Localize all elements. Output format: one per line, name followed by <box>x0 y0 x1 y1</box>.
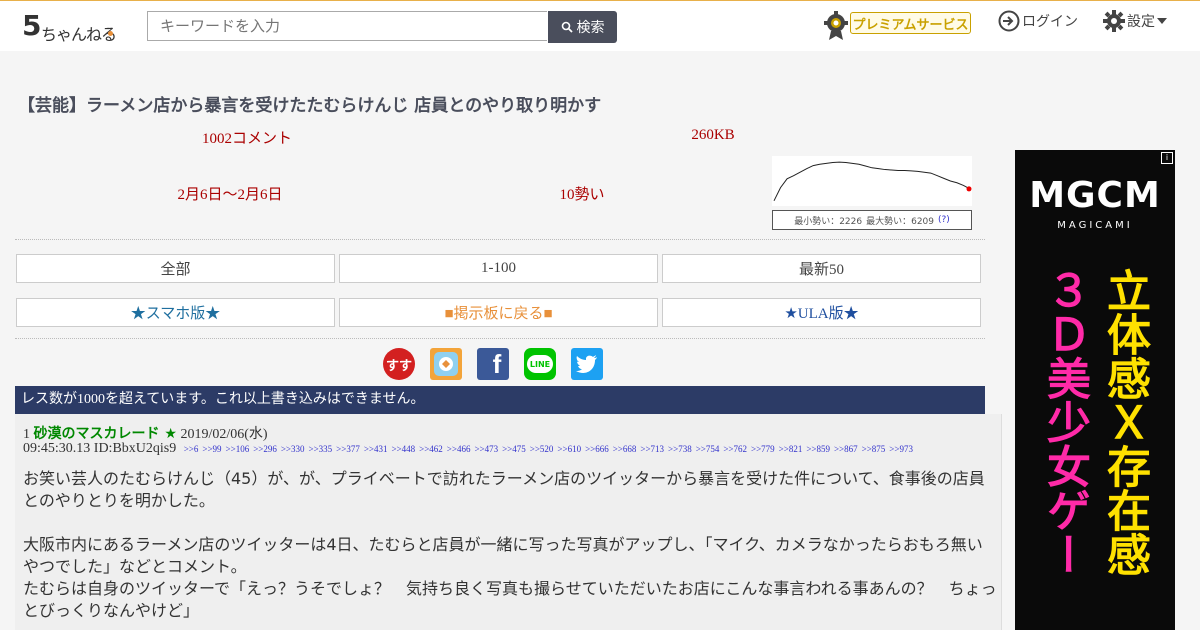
share-facebook-button[interactable]: f <box>477 348 509 380</box>
momentum-graph: 最小勢い：2226 最大勢い：6209 (?) <box>772 156 972 230</box>
reply-link[interactable]: >>431 <box>364 444 388 454</box>
reply-link[interactable]: >>668 <box>613 444 637 454</box>
logo-kana: ちゃんねる <box>41 25 117 44</box>
site-header: 5 ちゃんねる 検索 プレミアムサービス ログイン 設定 <box>0 1 1200 51</box>
facebook-icon: f <box>492 349 502 379</box>
login-icon <box>998 10 1020 32</box>
logo-five: 5 <box>22 9 42 42</box>
twitter-icon <box>576 355 597 373</box>
momentum-min: 最小勢い：2226 <box>794 216 863 227</box>
momentum-graph-plot <box>773 161 972 202</box>
ad-game-logo: MGCM <box>1029 175 1161 216</box>
momentum-current-dot <box>966 186 972 192</box>
post-paragraph: 大阪市内にあるラーメン店のツイッターは4日、たむらと店員が一緒に写った写真がアッ… <box>23 535 997 620</box>
nav-latest50-button[interactable]: 最新50 <box>662 254 981 283</box>
reply-link[interactable]: >>6 <box>184 444 199 454</box>
post-date: 2019/02/06(水) <box>180 427 268 442</box>
sumasu-icon: すす <box>385 358 412 374</box>
nav-back-to-board-button[interactable]: ■掲示板に戻る■ <box>339 298 658 327</box>
reply-link[interactable]: >>779 <box>751 444 775 454</box>
reply-link[interactable]: >>377 <box>336 444 360 454</box>
post-time-id: 09:45:30.13 ID:BbxU2qis9 <box>23 441 177 456</box>
login-link[interactable]: ログイン <box>998 10 1078 32</box>
reply-link[interactable]: >>754 <box>696 444 720 454</box>
search-input[interactable] <box>147 11 547 41</box>
momentum-line <box>773 161 971 202</box>
settings-label: 設定 <box>1127 14 1155 30</box>
search-icon <box>561 21 573 33</box>
divider <box>15 239 985 240</box>
reply-link[interactable]: >>738 <box>668 444 692 454</box>
reply-link[interactable]: >>610 <box>557 444 581 454</box>
reply-link[interactable]: >>867 <box>834 444 858 454</box>
premium-gear-icon[interactable] <box>823 11 849 41</box>
sidebar-ad-banner[interactable]: i MGCM MAGICAMI 立体感Ｘ存在感 ３Ｄ美少女ゲー <box>1015 150 1175 630</box>
post-author: 砂漠のマスカレード ★ <box>33 426 177 442</box>
reply-link[interactable]: >>666 <box>585 444 609 454</box>
momentum-caption: 最小勢い：2226 最大勢い：6209 (?) <box>772 210 972 230</box>
search-button-label: 検索 <box>576 20 605 36</box>
post-header: 1 砂漠のマスカレード ★ 2019/02/06(水) <box>23 423 268 443</box>
post-number[interactable]: 1 <box>23 427 30 442</box>
thread-size: 260KB <box>691 127 735 143</box>
reply-link[interactable]: >>448 <box>391 444 415 454</box>
premium-service-button[interactable]: プレミアムサービス <box>850 12 971 34</box>
share-line-button[interactable]: LINE <box>524 348 556 380</box>
reply-link[interactable]: >>520 <box>530 444 554 454</box>
nav-smartphone-button[interactable]: ★スマホ版★ <box>16 298 335 327</box>
momentum-help-link[interactable]: (?) <box>938 215 950 225</box>
reply-link[interactable]: >>99 <box>202 444 221 454</box>
post-paragraph: お笑い芸人のたむらけんじ（45）が、が、プライベートで訪れたラーメン店のツイッタ… <box>23 469 985 510</box>
write-closed-notice: レス数が1000を超えています。これ以上書き込みはできません。 <box>15 386 985 414</box>
line-icon-label: LINE <box>529 359 551 369</box>
reply-link[interactable]: >>762 <box>723 444 747 454</box>
reply-link[interactable]: >>466 <box>447 444 471 454</box>
thread-momentum: 10勢い <box>559 187 605 203</box>
reply-link[interactable]: >>475 <box>502 444 526 454</box>
post-meta: 09:45:30.13 ID:BbxU2qis9 >>6 >>99 >>106 >>2… <box>23 441 913 457</box>
reply-link[interactable]: >>296 <box>253 444 277 454</box>
nav-all-button[interactable]: 全部 <box>16 254 335 283</box>
gear-icon <box>1103 10 1125 32</box>
share-twitter-button[interactable] <box>571 348 603 380</box>
reply-link[interactable]: >>821 <box>779 444 803 454</box>
divider <box>15 338 985 339</box>
search-button[interactable]: 検索 <box>548 11 617 43</box>
share-bookmark-button[interactable] <box>430 348 462 380</box>
line-icon: LINE <box>527 355 553 373</box>
reply-links: >>6 >>99 >>106 >>296 >>330 >>335 >>377 >>431 >>4… <box>180 444 913 454</box>
reply-link[interactable]: >>973 <box>889 444 913 454</box>
logo-dot <box>108 31 113 36</box>
settings-menu[interactable]: 設定 <box>1103 10 1167 32</box>
caret-down-icon <box>1157 18 1167 24</box>
reply-link[interactable]: >>106 <box>226 444 250 454</box>
reply-link[interactable]: >>713 <box>640 444 664 454</box>
bookmark-app-icon <box>434 352 458 376</box>
ad-game-subtitle: MAGICAMI <box>1057 220 1133 231</box>
share-sumasu-button[interactable]: すす <box>383 348 415 380</box>
ad-tagline-right: 立体感Ｘ存在感 <box>1099 268 1150 576</box>
thread-main: 【芸能】ラーメン店から暴言を受けたたむらけんじ 店員とのやり取り明かす 1002… <box>0 51 1200 630</box>
reply-link[interactable]: >>473 <box>474 444 498 454</box>
thread-title: 【芸能】ラーメン店から暴言を受けたたむらけんじ 店員とのやり取り明かす <box>18 96 602 116</box>
ad-info-icon[interactable]: i <box>1161 152 1173 164</box>
reply-link[interactable]: >>875 <box>862 444 886 454</box>
comment-count: 1002コメント <box>201 131 292 147</box>
nav-first100-button[interactable]: 1-100 <box>339 254 658 283</box>
thread-period: 2月6日〜2月6日 <box>177 187 283 203</box>
post-body: お笑い芸人のたむらけんじ（45）が、が、プライベートで訪れたラーメン店のツイッタ… <box>23 468 998 630</box>
reply-link[interactable]: >>859 <box>806 444 830 454</box>
momentum-max: 最大勢い：6209 <box>866 216 934 227</box>
login-label: ログイン <box>1022 14 1078 30</box>
ad-tagline-left: ３Ｄ美少女ゲー <box>1039 268 1090 576</box>
nav-ula-button[interactable]: ★ULA版★ <box>662 298 981 327</box>
post-1: 1 砂漠のマスカレード ★ 2019/02/06(水) 09:45:30.13 … <box>15 414 1002 630</box>
reply-link[interactable]: >>335 <box>309 444 333 454</box>
reply-link[interactable]: >>330 <box>281 444 305 454</box>
reply-link[interactable]: >>462 <box>419 444 443 454</box>
